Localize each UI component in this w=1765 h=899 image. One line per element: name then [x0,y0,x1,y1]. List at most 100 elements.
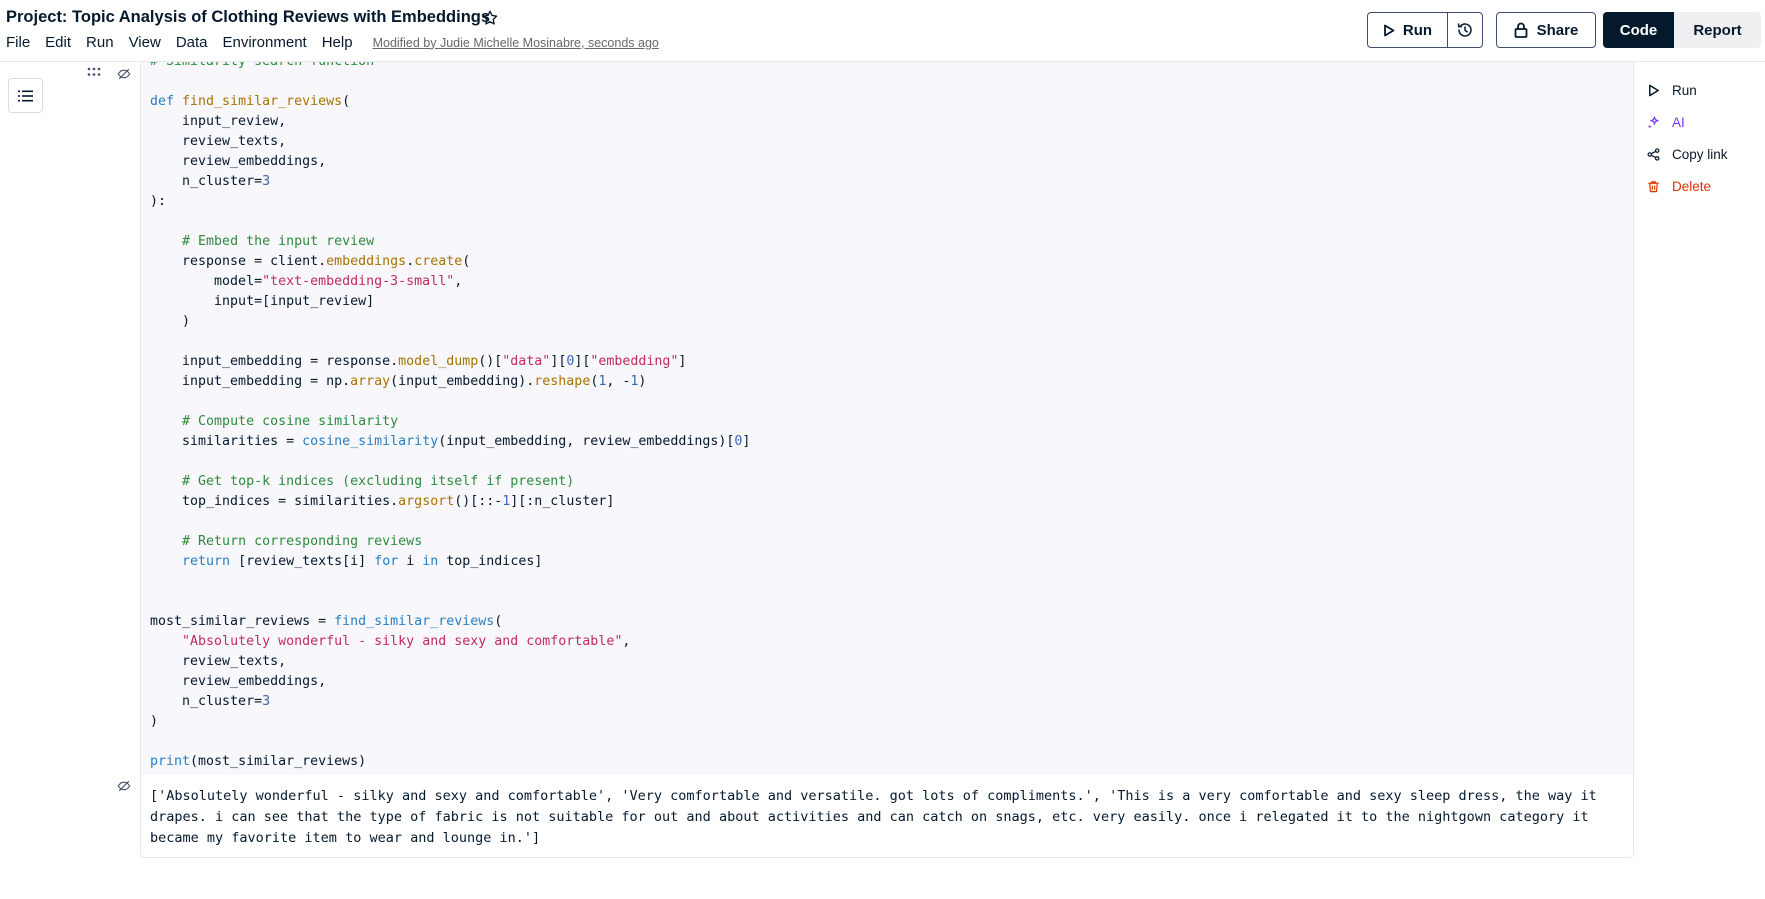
code-content[interactable]: # Similarity search function def find_si… [150,62,750,772]
code-token: create [414,254,463,269]
code-line: n_cluster=3 [150,694,270,709]
menu-run[interactable]: Run [86,34,114,51]
trash-icon [1648,180,1659,192]
code-line: top_indices = similarities.argsort()[::-… [150,494,614,509]
code-token: review_texts, [150,654,287,669]
code-token: input_embedding = response. [150,354,399,369]
code-token: input_review, [150,114,287,129]
code-view-button[interactable]: Code [1603,12,1674,48]
code-editor[interactable]: # Similarity search function def find_si… [141,62,1633,775]
code-token: review_texts, [150,134,287,149]
code-token: in [422,554,439,569]
code-token: , [454,274,463,289]
code-token: for [374,554,399,569]
cell-ai-action[interactable]: AI [1647,106,1728,138]
code-cell[interactable]: # Similarity search function def find_si… [140,62,1634,858]
menu-file[interactable]: File [6,34,30,51]
table-of-contents-button[interactable] [8,78,43,113]
cell-run-action[interactable]: Run [1647,74,1728,106]
cell-delete-label: Delete [1672,178,1712,194]
star-icon[interactable] [481,9,499,27]
drag-handle-icon[interactable] [87,67,101,77]
code-token: model= [150,274,263,289]
code-token: 3 [262,694,271,709]
code-line: # Similarity search function [150,62,374,69]
code-line: input_embedding = np.array(input_embeddi… [150,374,646,389]
code-token: ()[::- [454,494,503,509]
history-icon [1457,23,1472,37]
code-token: , [622,634,631,649]
code-token: ] [742,434,751,449]
cell-delete-action[interactable]: Delete [1647,170,1728,202]
code-line: model="text-embedding-3-small", [150,274,462,289]
run-button-group: Run [1367,12,1483,48]
cell-copy-link-action[interactable]: Copy link [1647,138,1728,170]
code-token: "text-embedding-3-small" [262,274,455,289]
code-token: # Similarity search function [150,62,374,69]
code-token: model_dump [398,354,479,369]
code-token: ][:n_cluster] [510,494,615,509]
code-token: argsort [398,494,455,509]
code-line: ) [150,714,158,729]
cell-ai-label: AI [1672,114,1685,130]
modified-status[interactable]: Modified by Judie Michelle Mosinabre, se… [373,36,659,50]
code-line: ): [150,194,166,209]
code-token: n_cluster= [150,174,263,189]
run-history-button[interactable] [1448,13,1482,47]
hide-code-icon[interactable] [117,67,131,81]
menu-edit[interactable]: Edit [45,34,71,51]
code-token: reshape [534,374,591,389]
menu-bar: File Edit Run View Data Environment Help… [6,34,659,51]
code-token: . [406,254,415,269]
code-line: similarities = cosine_similarity(input_e… [150,434,750,449]
code-token: ) [638,374,647,389]
code-token: array [350,374,391,389]
code-token: similarities = [150,434,303,449]
report-view-button[interactable]: Report [1674,12,1761,48]
code-line: review_texts, [150,654,286,669]
menu-view[interactable]: View [129,34,161,51]
code-token: (input_embedding). [390,374,535,389]
code-token: , - [606,374,631,389]
code-token: n_cluster= [150,694,263,709]
code-token: i [398,554,423,569]
code-token: ()[ [478,354,503,369]
code-token: input_embedding = np. [150,374,351,389]
menu-help[interactable]: Help [322,34,353,51]
code-line: review_texts, [150,134,286,149]
code-line: review_embeddings, [150,154,326,169]
code-token: ( [342,94,351,109]
run-button[interactable]: Run [1368,13,1448,47]
code-line: input=[input_review] [150,294,374,309]
code-line: response = client.embeddings.create( [150,254,470,269]
code-line: "Absolutely wonderful - silky and sexy a… [150,634,630,649]
code-token: print [150,754,191,769]
code-line: input_embedding = response.model_dump()[… [150,354,686,369]
cell-run-label: Run [1672,82,1697,98]
code-line: review_embeddings, [150,674,326,689]
code-token: input=[input_review] [150,294,375,309]
project-title[interactable]: Project: Topic Analysis of Clothing Revi… [6,8,490,27]
run-label: Run [1402,21,1433,39]
play-icon [1384,24,1395,36]
code-token: "Absolutely wonderful - silky and sexy a… [182,634,623,649]
code-token: # Compute cosine similarity [182,414,399,429]
share-label: Share [1536,21,1579,39]
code-token: return [182,554,231,569]
share-node-icon [1647,147,1660,161]
top-bar: Project: Topic Analysis of Clothing Revi… [0,0,1765,62]
menu-environment[interactable]: Environment [223,34,307,51]
sparkle-icon [1647,115,1659,129]
hide-output-icon[interactable] [117,779,131,793]
menu-data[interactable]: Data [176,34,208,51]
share-button[interactable]: Share [1496,12,1596,48]
code-token: ( [462,254,471,269]
code-line: # Compute cosine similarity [150,414,398,429]
code-token: [review_texts[i] [230,554,375,569]
code-token: (input_embedding, review_embeddings)[ [438,434,735,449]
code-token: def [150,94,183,109]
